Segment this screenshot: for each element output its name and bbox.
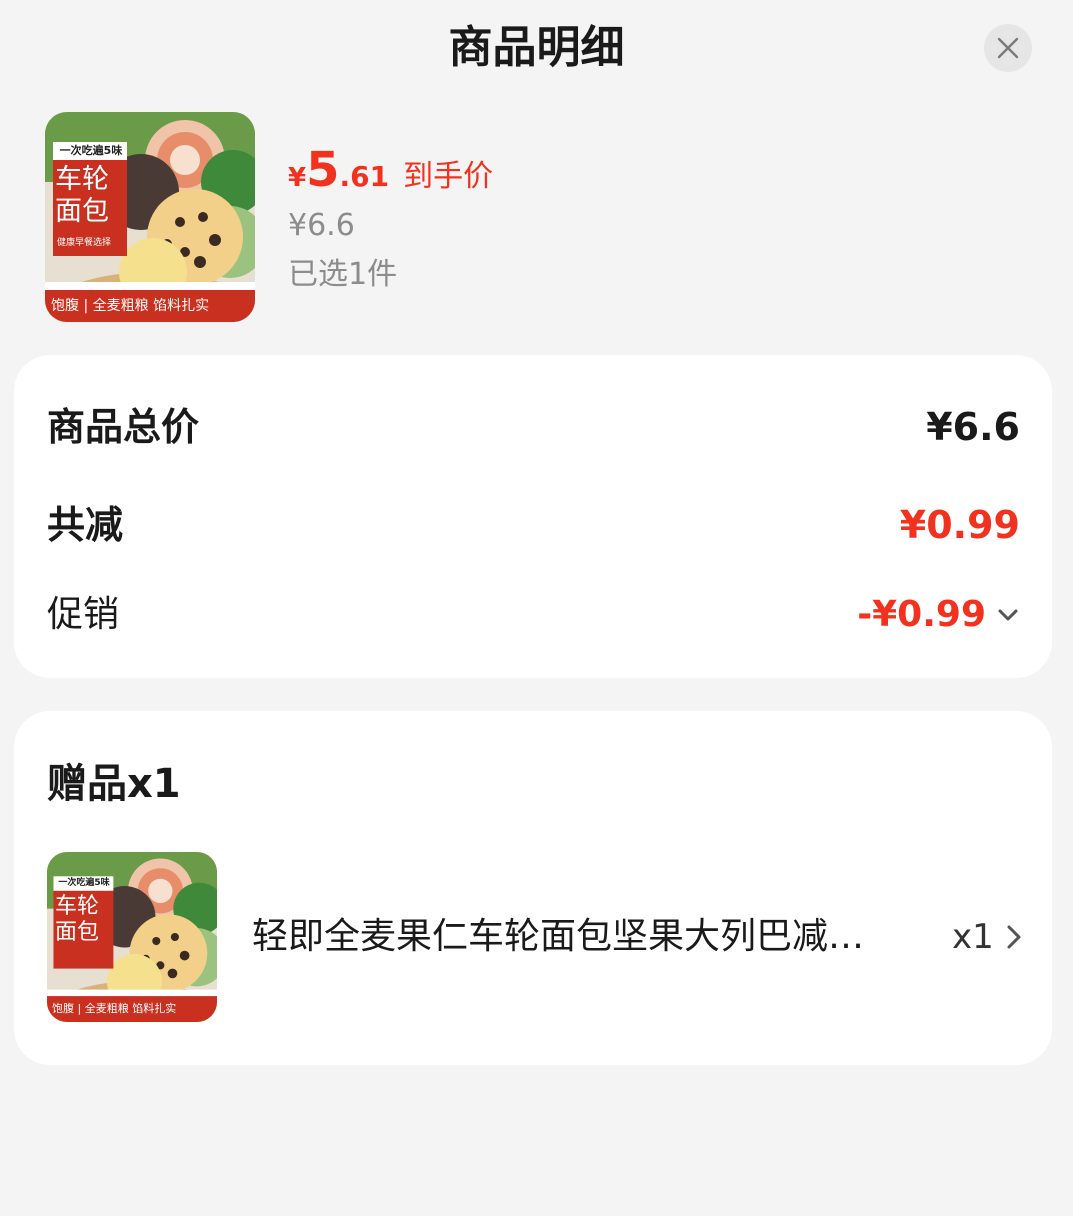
product-image-text-bottom: 饱腹 | 全麦粗粮 馅料扎实 [51, 298, 210, 314]
page-title: 商品明细 [448, 22, 625, 73]
gift-thumbnail[interactable]: 一次吃遍5味 车轮 面包 饱腹 | 全麦粗粮 馅料扎实 [47, 852, 217, 1022]
chevron-down-icon[interactable] [996, 603, 1020, 627]
price-summary-card: 商品总价 ¥6.6 共减 ¥0.99 促销 -¥0.99 [14, 355, 1052, 678]
chevron-right-icon[interactable] [1002, 924, 1026, 950]
currency-symbol: ¥ [288, 163, 307, 193]
product-thumbnail[interactable]: 一次吃遍5味 车轮 面包 健康早餐选择 饱腹 | 全麦粗粮 馅料扎实 [45, 112, 255, 322]
final-price: ¥ 5 .61 到手价 [288, 140, 493, 200]
gift-card: 赠品x1 一次吃遍5味 车轮 面包 饱腹 | 全麦粗粮 馅料扎实 轻即全麦果仁车… [14, 711, 1052, 1065]
product-detail-sheet: 商品明细 一次吃遍5味 车轮 面包 健康早餐选择 饱腹 | 全麦粗粮 馅料扎实 … [0, 0, 1073, 1216]
close-button[interactable] [984, 24, 1032, 72]
original-price: ¥6.6 [288, 208, 355, 243]
gift-item-quantity: x1 [952, 917, 994, 957]
gift-image-text-name2: 面包 [55, 920, 100, 945]
gift-title: 赠品x1 [47, 761, 181, 807]
selected-count: 已选1件 [288, 257, 398, 292]
gift-item-name[interactable]: 轻即全麦果仁车轮面包坚果大列巴减… [252, 913, 872, 961]
discount-label: 共减 [47, 503, 124, 547]
total-price-label: 商品总价 [47, 405, 200, 449]
total-price-value: ¥6.6 [926, 405, 1020, 449]
final-price-decimal: .61 [339, 160, 390, 193]
promo-row-toggle[interactable]: -¥0.99 [857, 590, 1020, 640]
product-image-text-check: 健康早餐选择 [57, 238, 112, 248]
gift-image-text-banner: 一次吃遍5味 [58, 878, 110, 888]
product-image-text-name1: 车轮 [55, 164, 109, 195]
final-price-tag: 到手价 [403, 159, 494, 194]
promo-label: 促销 [47, 594, 120, 635]
promo-value: -¥0.99 [857, 594, 986, 635]
gift-image-text-bottom: 饱腹 | 全麦粗粮 馅料扎实 [52, 1002, 177, 1015]
close-icon [997, 37, 1019, 59]
final-price-integer: 5 [306, 142, 340, 198]
product-image-text-name2: 面包 [55, 196, 109, 227]
discount-value: ¥0.99 [899, 503, 1020, 547]
product-image-text-banner: 一次吃遍5味 [59, 144, 123, 157]
gift-image-text-name1: 车轮 [55, 894, 100, 919]
